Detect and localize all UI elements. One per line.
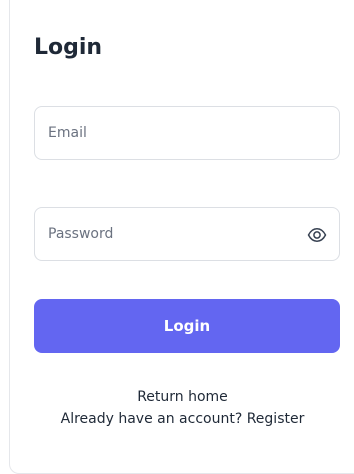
password-field-wrapper	[34, 207, 340, 261]
page-title: Login	[34, 35, 103, 60]
eye-icon[interactable]	[307, 226, 327, 244]
email-field[interactable]	[35, 107, 339, 159]
footer-links: Return home Already have an account? Reg…	[10, 386, 354, 430]
password-field[interactable]	[35, 208, 339, 260]
register-link[interactable]: Already have an account? Register	[61, 411, 305, 427]
login-card: Login Login Return home Already have an …	[9, 0, 354, 474]
return-home-link[interactable]: Return home	[137, 389, 228, 405]
email-field-wrapper	[34, 106, 340, 160]
login-button[interactable]: Login	[34, 299, 340, 353]
